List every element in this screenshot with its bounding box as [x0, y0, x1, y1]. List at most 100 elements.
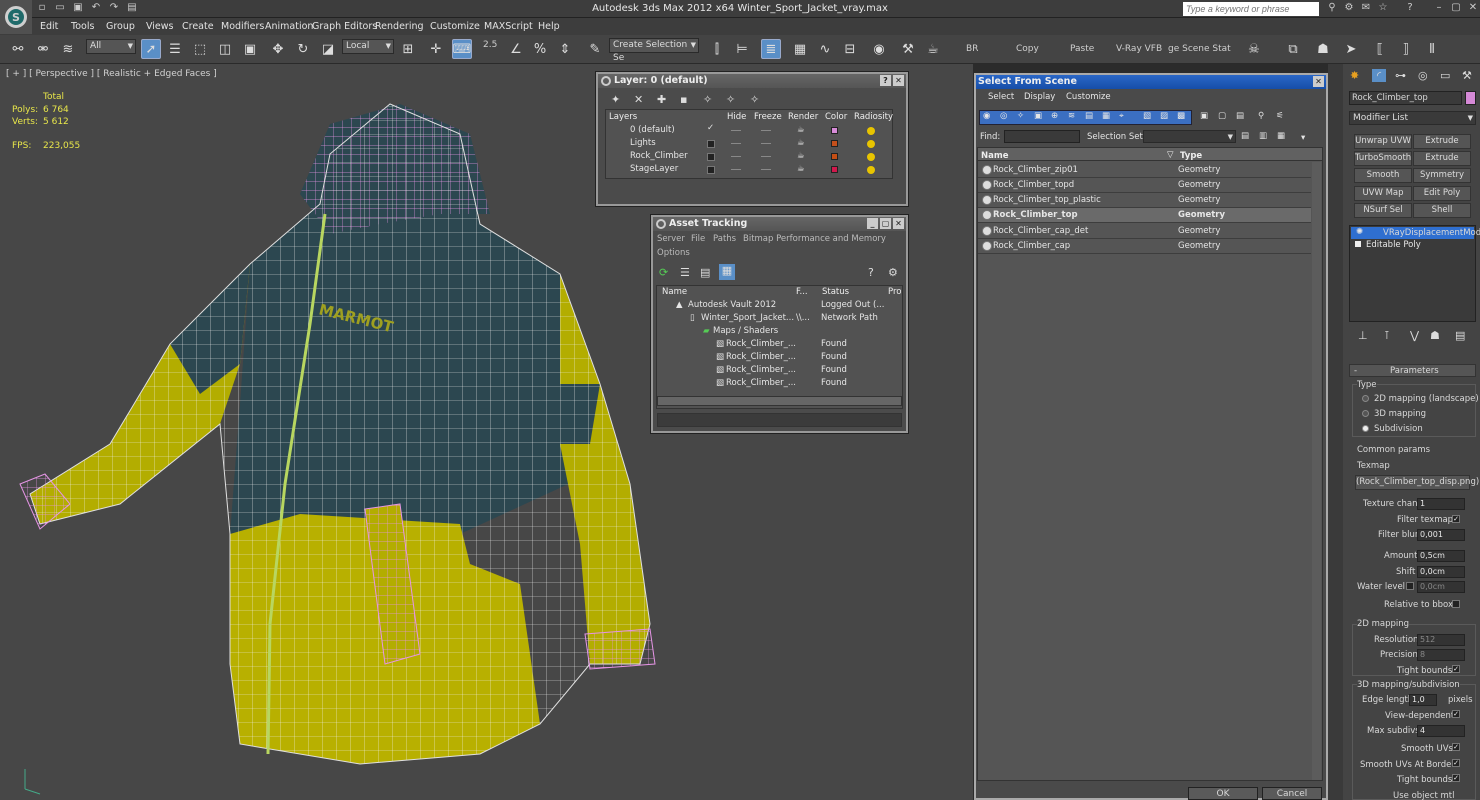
pivot-center-icon[interactable]: ⊞: [398, 39, 418, 59]
menu-graph-editors[interactable]: Graph Editors: [312, 21, 377, 32]
col-name[interactable]: Name: [662, 287, 687, 297]
menu-tools[interactable]: Tools: [71, 21, 94, 32]
asset-menu-bitmap[interactable]: Bitmap Performance and Memory: [743, 234, 886, 244]
new-set-icon[interactable]: ▤: [1241, 131, 1249, 141]
delete-layer-icon[interactable]: ✕: [634, 93, 643, 106]
spinner-snap-icon[interactable]: ⇕: [555, 39, 575, 59]
view-dependent-label[interactable]: View-dependent: [1385, 711, 1454, 721]
subscription-icon[interactable]: ⚙: [1343, 2, 1355, 14]
render-setup-icon[interactable]: ⚒: [898, 39, 918, 59]
layer-color-swatch[interactable]: [831, 127, 838, 134]
angle-snap-icon[interactable]: ∠: [506, 39, 526, 59]
freeze-toggle[interactable]: [761, 169, 771, 170]
col-full-path[interactable]: F...: [796, 287, 808, 297]
add-to-layer-icon[interactable]: ✚: [657, 93, 666, 106]
hide-all-icon[interactable]: ✧: [726, 93, 735, 106]
object-color-swatch[interactable]: [1465, 91, 1476, 105]
display-all-icon[interactable]: ▧: [1143, 111, 1151, 121]
help-icon[interactable]: ?: [1404, 2, 1416, 14]
menu-maxscript[interactable]: MAXScript: [484, 21, 533, 32]
freeze-all-icon[interactable]: ✧: [750, 93, 759, 106]
restore-icon[interactable]: ▢: [1450, 2, 1462, 14]
open-file-icon[interactable]: ▭: [54, 2, 66, 14]
display-spacewarps-icon[interactable]: ≋: [1068, 111, 1075, 121]
hierarchy-tab-icon[interactable]: ⊶: [1395, 69, 1406, 82]
link-icon[interactable]: ⚯: [8, 39, 28, 59]
bracket-mid-icon[interactable]: ⟧: [1396, 39, 1416, 59]
vray-vfb-button[interactable]: V-Ray VFB: [1116, 44, 1162, 54]
stack-item-editable-poly[interactable]: Editable Poly: [1366, 240, 1421, 250]
col-radiosity[interactable]: Radiosity: [854, 112, 893, 122]
display-helpers-icon[interactable]: ⊕: [1051, 111, 1058, 121]
layer-row-name[interactable]: Lights: [630, 138, 656, 148]
modifier-list-dropdown[interactable]: Modifier List: [1349, 111, 1476, 125]
lightbulb-icon[interactable]: ✺: [1356, 227, 1363, 237]
layer-row-name[interactable]: Rock_Climber: [630, 151, 688, 161]
relative-bbox-label[interactable]: Relative to bbox: [1384, 600, 1453, 610]
snaps-toggle[interactable]: 2.5: [483, 40, 497, 50]
viewport-label[interactable]: [ + ] [ Perspective ] [ Realistic + Edge…: [6, 69, 217, 79]
radiosity-bulb-icon[interactable]: [867, 127, 875, 135]
texture-chan-spinner[interactable]: 1: [1417, 498, 1465, 510]
sfs-vertical-scrollbar[interactable]: [1312, 162, 1321, 780]
material-editor-icon[interactable]: ◉: [869, 39, 889, 59]
selection-set-dropdown[interactable]: [1143, 130, 1236, 144]
hide-toggle[interactable]: [731, 143, 741, 144]
bracket-left-icon[interactable]: ⟦: [1370, 39, 1390, 59]
stack-item-vray-displacement[interactable]: VRayDisplacementMod: [1351, 227, 1480, 239]
freeze-toggle[interactable]: [761, 130, 771, 131]
smooth-button[interactable]: Smooth: [1354, 168, 1412, 183]
menu-group[interactable]: Group: [106, 21, 135, 32]
undo-icon[interactable]: ↶: [90, 2, 102, 14]
tight-bounds-3d-checkbox[interactable]: ✓: [1452, 774, 1460, 782]
shell-button[interactable]: Shell: [1413, 203, 1471, 218]
col-name[interactable]: Name: [981, 151, 1008, 161]
pin-stack-icon[interactable]: ⊥: [1358, 329, 1368, 342]
radio-3d-mapping[interactable]: [1362, 410, 1369, 417]
relative-bbox-checkbox[interactable]: [1452, 600, 1460, 608]
list-item[interactable]: Rock_Climber_top_plastic Geometry: [978, 193, 1311, 208]
precision-spinner[interactable]: 8: [1417, 649, 1465, 661]
help-icon[interactable]: ?: [868, 266, 874, 279]
project-folder-icon[interactable]: ▤: [126, 2, 138, 14]
radiosity-bulb-icon[interactable]: [867, 140, 875, 148]
filter-texmap-checkbox[interactable]: ✓: [1452, 515, 1460, 523]
asset-row-name[interactable]: Maps / Shaders: [713, 326, 778, 336]
menu-create[interactable]: Create: [182, 21, 214, 32]
ok-button[interactable]: OK: [1188, 787, 1258, 800]
filter-texmap-label[interactable]: Filter texmap: [1397, 515, 1453, 525]
settings-icon[interactable]: ⚙: [888, 266, 898, 279]
select-invert-icon[interactable]: ▤: [1236, 111, 1244, 121]
render-teapot-icon[interactable]: ☕: [797, 125, 805, 135]
close-icon[interactable]: ✕: [1467, 2, 1479, 14]
tight-bounds-label[interactable]: Tight bounds: [1397, 666, 1452, 676]
render-teapot-icon[interactable]: ☕: [797, 138, 805, 148]
filter-blur-spinner[interactable]: 0,001: [1417, 529, 1465, 541]
asset-row-name[interactable]: Autodesk Vault 2012: [688, 300, 776, 310]
select-move-icon[interactable]: ▣: [240, 39, 260, 59]
col-pro[interactable]: Pro: [888, 287, 902, 297]
asset-menu-paths[interactable]: Paths: [713, 234, 736, 244]
menu-customize[interactable]: Customize: [430, 21, 480, 32]
layer-active-checkbox[interactable]: [707, 153, 715, 161]
asset-path-field[interactable]: [657, 413, 902, 427]
asset-horizontal-scrollbar[interactable]: [657, 396, 902, 406]
select-manipulate-icon[interactable]: ✛: [426, 39, 446, 59]
layer-color-swatch[interactable]: [831, 153, 838, 160]
selection-filter-dropdown[interactable]: All: [86, 39, 136, 54]
remove-set-icon[interactable]: ▥: [1259, 131, 1267, 141]
asset-row-name[interactable]: Rock_Climber_...: [726, 365, 796, 375]
binoculars-icon[interactable]: ⚲: [1326, 2, 1338, 14]
paste-button[interactable]: Paste: [1070, 44, 1094, 54]
edge-length-spinner[interactable]: 1,0: [1409, 694, 1437, 706]
rotate-icon[interactable]: ↻: [293, 39, 313, 59]
filter-icon[interactable]: ⚲: [1258, 111, 1264, 121]
select-none-icon[interactable]: ▢: [1218, 111, 1226, 121]
tight-bounds-3d-label[interactable]: Tight bounds: [1397, 775, 1452, 785]
use-object-mtl-label[interactable]: Use object mtl: [1393, 791, 1454, 800]
script-icon[interactable]: ⧉: [1283, 39, 1303, 59]
col-hide[interactable]: Hide: [727, 112, 746, 122]
sfs-menu-display[interactable]: Display: [1024, 92, 1055, 102]
asset-menu-options[interactable]: Options: [657, 248, 690, 258]
window-crossing-icon[interactable]: ◫: [215, 39, 235, 59]
